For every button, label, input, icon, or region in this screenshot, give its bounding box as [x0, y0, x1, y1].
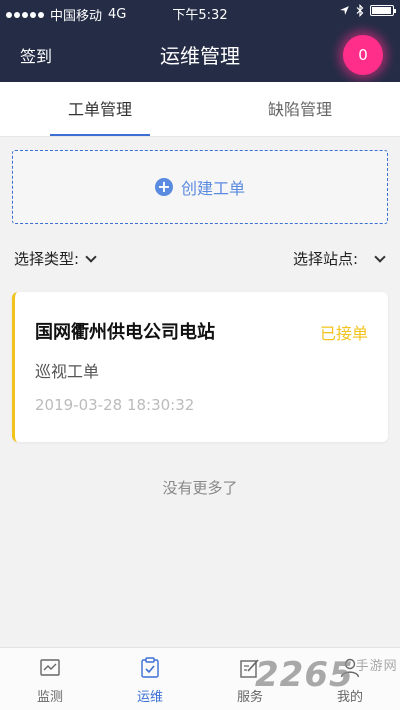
watermark-text: 2265: [255, 655, 354, 695]
work-order-card[interactable]: 国网衢州供电公司电站 已接单 巡视工单 2019-03-28 18:30:32: [12, 292, 388, 442]
plus-circle-icon: +: [154, 178, 173, 196]
tab-defects[interactable]: 缺陷管理: [200, 82, 400, 137]
work-order-type: 巡视工单: [35, 362, 100, 381]
page-title: 运维管理: [160, 44, 240, 68]
check-in-button[interactable]: 签到: [20, 43, 52, 67]
work-order-status: 已接单: [319, 324, 368, 343]
bottom-nav-label: 监测: [36, 690, 63, 705]
list-end-text: 没有更多了: [162, 479, 238, 497]
active-tab-indicator: [50, 134, 150, 136]
work-order-title: 国网衢州供电公司电站: [35, 322, 215, 343]
watermark-logo: 2265 手游网: [255, 655, 398, 695]
chevron-down-icon: [374, 250, 386, 263]
chart-icon: [40, 659, 60, 676]
create-work-order-button[interactable]: + 创建工单: [12, 150, 388, 224]
navigation-bar: 签到 运维管理 0: [0, 25, 400, 82]
battery-icon: [370, 5, 396, 16]
tab-work-orders[interactable]: 工单管理: [0, 82, 200, 137]
status-bar: 中国移动 4G 下午5:32: [0, 0, 400, 25]
type-filter-label: 选择类型:: [14, 250, 80, 268]
create-work-order-label: 创建工单: [180, 179, 245, 198]
site-filter-label: 选择站点:: [292, 250, 358, 268]
notification-badge[interactable]: 0: [343, 35, 383, 75]
work-order-timestamp: 2019-03-28 18:30:32: [35, 396, 195, 414]
clipboard-check-icon: [141, 657, 159, 678]
site-filter-dropdown[interactable]: 选择站点:: [292, 248, 386, 269]
bottom-nav-monitor[interactable]: 监测: [0, 648, 100, 710]
type-filter-dropdown[interactable]: 选择类型:: [14, 248, 97, 269]
watermark-suffix: 手游网: [355, 659, 398, 674]
tab-bar: 工单管理 缺陷管理: [0, 82, 400, 137]
bottom-nav-operations[interactable]: 运维: [100, 648, 200, 710]
chevron-down-icon: [85, 250, 97, 263]
location-arrow-icon: [340, 6, 349, 15]
bluetooth-icon: [356, 4, 364, 17]
bottom-nav-label: 运维: [136, 690, 163, 705]
